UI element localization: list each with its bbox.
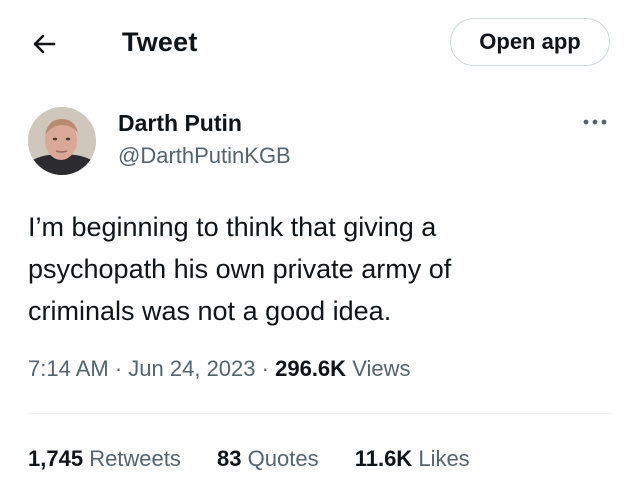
views-label: Views — [352, 356, 411, 381]
tweet-line: I’m beginning to think that giving a — [28, 212, 437, 242]
page-title: Tweet — [122, 27, 198, 57]
divider — [28, 413, 612, 414]
meta-separator: · — [261, 356, 269, 381]
retweets-count: 1,745 — [28, 446, 84, 471]
retweets-stat[interactable]: 1,745 Retweets — [28, 446, 181, 472]
engagement-stats: 1,745 Retweets 83 Quotes 11.6K Likes — [28, 446, 500, 472]
meta-separator: · — [114, 356, 123, 381]
more-options-button[interactable] — [580, 110, 610, 134]
arrow-left-icon — [33, 34, 56, 54]
tweet-date[interactable]: Jun 24, 2023 — [128, 356, 255, 381]
tweet-line: criminals was not a good idea. — [28, 296, 392, 326]
tweet-time[interactable]: 7:14 AM — [28, 356, 109, 381]
likes-label: Likes — [418, 446, 470, 471]
quotes-count: 83 — [217, 446, 242, 471]
tweet-line: psychopath his own private army of — [28, 254, 452, 284]
quotes-stat[interactable]: 83 Quotes — [217, 446, 319, 472]
author-handle[interactable]: @DarthPutinKGB — [118, 143, 291, 169]
tweet-text: I’m beginning to think that giving a psy… — [28, 206, 608, 332]
retweets-label: Retweets — [89, 446, 181, 471]
likes-stat[interactable]: 11.6K Likes — [355, 446, 470, 472]
likes-count: 11.6K — [354, 446, 413, 471]
tweet-meta: 7:14 AM · Jun 24, 2023 · 296.6K Views — [28, 356, 410, 382]
avatar[interactable] — [28, 107, 96, 175]
more-horizontal-icon — [583, 119, 607, 125]
top-bar: Tweet Open app — [0, 0, 640, 88]
open-app-button[interactable]: Open app — [450, 18, 610, 66]
author-name[interactable]: Darth Putin — [118, 110, 242, 137]
views-count: 296.6K — [275, 356, 347, 381]
back-button[interactable] — [28, 28, 60, 60]
profile-photo — [28, 107, 96, 175]
quotes-label: Quotes — [247, 446, 319, 471]
